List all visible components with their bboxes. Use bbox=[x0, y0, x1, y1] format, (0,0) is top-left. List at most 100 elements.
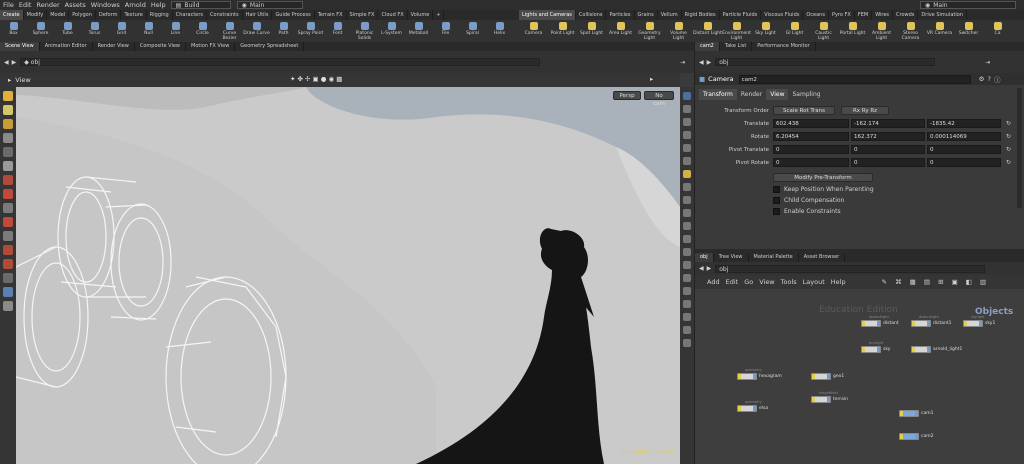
link-icon[interactable] bbox=[683, 300, 691, 308]
network-node[interactable]: geometry elsa bbox=[737, 400, 768, 412]
left-path-field[interactable]: ◆ obj bbox=[20, 58, 541, 66]
main-selector-left[interactable]: ◉ Main bbox=[236, 1, 303, 9]
help-icon[interactable]: ? bbox=[988, 75, 991, 83]
template-icon[interactable] bbox=[683, 248, 691, 256]
brush-icon[interactable] bbox=[3, 231, 13, 241]
scene-viewport[interactable]: Persp No cam Education Edition bbox=[16, 87, 680, 464]
param-value-field[interactable]: 0 bbox=[773, 158, 849, 167]
shelf-tab[interactable]: Particles bbox=[606, 10, 635, 20]
forward-icon[interactable]: ▶ bbox=[707, 59, 712, 66]
tab-animation-editor[interactable]: Animation Editor bbox=[40, 42, 93, 51]
view-tool-icon[interactable] bbox=[3, 203, 13, 213]
transform-tool-icon[interactable] bbox=[3, 119, 13, 129]
shelf-tool[interactable]: Font bbox=[324, 20, 351, 42]
param-value-field[interactable]: 0.000114069 bbox=[927, 132, 1001, 141]
points-icon[interactable] bbox=[683, 131, 691, 139]
param-value-field[interactable]: 0 bbox=[927, 145, 1001, 154]
shading-icon[interactable] bbox=[3, 287, 13, 297]
tab-sampling[interactable]: Sampling bbox=[788, 89, 824, 100]
menu-arnold[interactable]: Arnold bbox=[125, 1, 146, 9]
network-menu-layout[interactable]: Layout bbox=[803, 278, 825, 286]
shelf-tab[interactable]: Terrain FX bbox=[315, 10, 347, 20]
transform-order-dropdown[interactable]: Scale Rot Trans bbox=[773, 106, 835, 115]
shelf-tab[interactable]: Constraints bbox=[207, 10, 243, 20]
shelf-tool[interactable]: Volume Light bbox=[664, 20, 693, 42]
node-body[interactable] bbox=[899, 433, 919, 440]
lock-icon[interactable] bbox=[3, 161, 13, 171]
tab-take-list[interactable]: Take List bbox=[720, 42, 753, 51]
render-icon[interactable] bbox=[3, 259, 13, 269]
shelf-tool[interactable]: VR Camera bbox=[925, 20, 954, 42]
wireframe-icon[interactable] bbox=[683, 105, 691, 113]
grid-icon[interactable] bbox=[683, 196, 691, 204]
shelf-tool[interactable]: Circle bbox=[189, 20, 216, 42]
node-body[interactable] bbox=[861, 346, 881, 353]
node-body[interactable] bbox=[911, 320, 931, 327]
shelf-tool[interactable]: Helix bbox=[486, 20, 513, 42]
shelf-tab[interactable]: Oceans bbox=[803, 10, 829, 20]
network-node[interactable]: distantlight distant bbox=[861, 315, 899, 327]
snap-display-icon[interactable] bbox=[683, 326, 691, 334]
network-menu-help[interactable]: Help bbox=[831, 278, 846, 286]
tab-composite-view[interactable]: Composite View bbox=[135, 42, 186, 51]
menu-render[interactable]: Render bbox=[36, 1, 59, 9]
shelf-tool[interactable]: Draw Curve bbox=[243, 20, 270, 42]
node-body[interactable] bbox=[811, 373, 831, 380]
node-body[interactable] bbox=[899, 410, 919, 417]
network-path-field[interactable]: obj bbox=[715, 264, 986, 273]
persp-button[interactable]: Persp bbox=[613, 91, 641, 100]
select-mode-icon[interactable] bbox=[3, 105, 13, 115]
shelf-tool[interactable]: Stereo Camera bbox=[896, 20, 925, 42]
param-scrollbar[interactable] bbox=[1017, 88, 1022, 208]
shelf-tab[interactable]: Model bbox=[47, 10, 70, 20]
pose-tool-icon[interactable] bbox=[3, 147, 13, 157]
shelf-tab[interactable]: Guide Process bbox=[272, 10, 315, 20]
tab-obj[interactable]: obj bbox=[695, 253, 714, 262]
network-node[interactable]: cam1 bbox=[899, 410, 933, 417]
shelf-tool[interactable]: Distant Light bbox=[693, 20, 722, 42]
shelf-tab[interactable]: Volume bbox=[408, 10, 434, 20]
shelf-tool[interactable]: Area Light bbox=[606, 20, 635, 42]
footprint-icon[interactable] bbox=[683, 261, 691, 269]
shelf-tool[interactable]: Metaball bbox=[405, 20, 432, 42]
shelf-tab[interactable]: Wires bbox=[872, 10, 894, 20]
tab-cam2[interactable]: cam2 bbox=[695, 42, 720, 51]
network-menu-edit[interactable]: Edit bbox=[726, 278, 739, 286]
camera-button[interactable]: No cam bbox=[644, 91, 674, 107]
shelf-tool[interactable]: Spray Paint bbox=[297, 20, 324, 42]
shelf-tab[interactable]: Rigid Bodies bbox=[682, 10, 720, 20]
node-body[interactable] bbox=[861, 320, 881, 327]
hull-icon[interactable] bbox=[683, 209, 691, 217]
param-value-field[interactable]: 6.20454 bbox=[773, 132, 849, 141]
shelf-tab[interactable]: Drive Simulation bbox=[918, 10, 967, 20]
tab-motion-fx-view[interactable]: Motion FX View bbox=[186, 42, 236, 51]
tree-icon[interactable] bbox=[683, 313, 691, 321]
view-arrow-icon[interactable]: ▸ bbox=[8, 76, 11, 84]
pin-icon[interactable]: ⇥ bbox=[680, 59, 685, 66]
tab-scene-view[interactable]: Scene View bbox=[0, 42, 40, 51]
node-body[interactable] bbox=[811, 396, 831, 403]
shelf-tab[interactable]: Create bbox=[0, 10, 24, 20]
menu-edit[interactable]: Edit bbox=[19, 1, 32, 9]
shelf-tool[interactable]: Platonic Solids bbox=[351, 20, 378, 42]
snap-icon[interactable] bbox=[3, 175, 13, 185]
rotation-order-dropdown[interactable]: Rx Ry Rz bbox=[841, 106, 889, 115]
shelf-tool[interactable]: Geometry Light bbox=[635, 20, 664, 42]
magnet-icon[interactable] bbox=[3, 217, 13, 227]
checkbox[interactable] bbox=[773, 208, 780, 215]
param-value-field[interactable]: -1835.42 bbox=[927, 119, 1001, 128]
xray-icon[interactable] bbox=[683, 222, 691, 230]
shelf-tool[interactable]: Null bbox=[135, 20, 162, 42]
light-icon[interactable] bbox=[683, 157, 691, 165]
network-node[interactable]: envlight sky bbox=[861, 341, 890, 353]
param-value-field[interactable]: -162.174 bbox=[851, 119, 925, 128]
shelf-tool[interactable]: Tube bbox=[54, 20, 81, 42]
shelf-tab[interactable]: Lights and Cameras bbox=[519, 10, 576, 20]
shelf-tool[interactable]: Point Light bbox=[548, 20, 577, 42]
network-node[interactable]: heightfield terrain bbox=[811, 391, 848, 403]
network-node[interactable]: skylight sky1 bbox=[963, 315, 995, 327]
shelf-tab[interactable]: Deform bbox=[96, 10, 122, 20]
shelf-tab[interactable]: Grains bbox=[635, 10, 658, 20]
channel-icon[interactable]: ↻ bbox=[1006, 159, 1011, 166]
main-selector-right[interactable]: ◉ Main bbox=[920, 1, 1016, 9]
